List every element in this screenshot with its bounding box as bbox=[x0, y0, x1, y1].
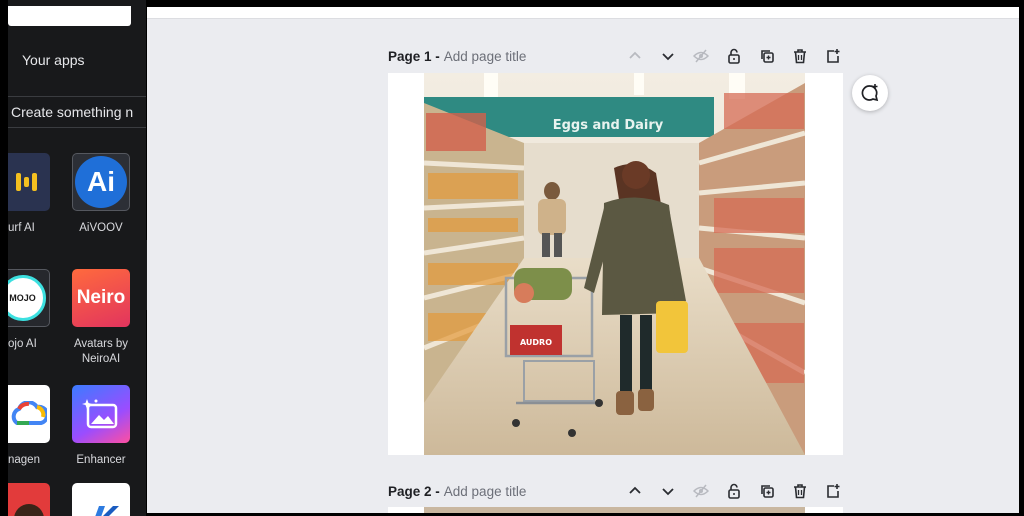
enhancer-icon bbox=[72, 385, 130, 443]
add-page-icon bbox=[827, 484, 840, 498]
page-2-label: Page 2 - bbox=[388, 483, 440, 499]
chevron-up-icon bbox=[629, 486, 641, 494]
app-name-line2: NeiroAI bbox=[81, 353, 121, 365]
app-name: Avatars by NeiroAI bbox=[66, 337, 136, 367]
chevron-down-icon bbox=[662, 53, 674, 61]
lock-icon bbox=[728, 48, 740, 64]
k-logo-icon bbox=[72, 483, 130, 516]
move-up-button[interactable] bbox=[624, 481, 646, 501]
app-k-partial[interactable] bbox=[66, 483, 136, 516]
top-toolbar bbox=[147, 7, 1019, 19]
hide-page-button[interactable] bbox=[690, 481, 712, 501]
delete-page-button[interactable] bbox=[789, 481, 811, 501]
eye-slash-icon bbox=[693, 49, 709, 63]
delete-page-button[interactable] bbox=[789, 46, 811, 66]
comment-add-icon bbox=[861, 84, 879, 102]
cloud-icon bbox=[8, 385, 50, 443]
grocery-aisle-image[interactable]: Eggs and Dairy AUDRO bbox=[424, 73, 805, 455]
app-name: Enhancer bbox=[76, 454, 126, 466]
eye-slash-icon bbox=[693, 484, 709, 498]
page-2-title-input[interactable]: Add page title bbox=[444, 484, 527, 499]
mojo-ai-icon: MOJO bbox=[8, 269, 50, 327]
chevron-down-icon bbox=[662, 488, 674, 496]
app-aivoov[interactable]: Ai AiVOOV bbox=[66, 153, 136, 236]
avatar-icon bbox=[8, 483, 50, 516]
neiro-icon: Neiro bbox=[72, 269, 130, 327]
trash-icon bbox=[794, 484, 806, 499]
duplicate-icon bbox=[761, 50, 774, 63]
aivoov-icon: Ai bbox=[72, 153, 130, 211]
aisle-sign-text: Eggs and Dairy bbox=[553, 118, 664, 133]
section-title-your-apps: Your apps bbox=[22, 52, 85, 68]
mojo-logo: MOJO bbox=[8, 275, 46, 321]
app-name-line1: Avatars by bbox=[73, 338, 129, 350]
add-page-button[interactable] bbox=[822, 481, 844, 501]
page-1-header: Page 1 - Add page title bbox=[388, 46, 844, 66]
lock-icon bbox=[728, 483, 740, 499]
apps-panel: Your apps Create something n urf AI Ai A… bbox=[8, 0, 146, 516]
page-2-tools bbox=[624, 481, 844, 501]
search-input[interactable] bbox=[8, 6, 131, 26]
add-page-icon bbox=[827, 49, 840, 63]
lock-page-button[interactable] bbox=[723, 46, 745, 66]
add-page-button[interactable] bbox=[822, 46, 844, 66]
cart-sign-text: AUDRO bbox=[520, 338, 552, 347]
page-1-title-input[interactable]: Add page title bbox=[444, 49, 527, 64]
page-1[interactable]: Eggs and Dairy AUDRO bbox=[388, 73, 843, 455]
app-name: AiVOOV bbox=[79, 222, 123, 234]
page-2-image[interactable] bbox=[424, 507, 805, 513]
create-something-button[interactable]: Create something n bbox=[8, 96, 146, 128]
duplicate-page-button[interactable] bbox=[756, 481, 778, 501]
editor-canvas: Page 1 - Add page title Eggs and Dairy A… bbox=[147, 7, 1019, 513]
page-2-header: Page 2 - Add page title bbox=[388, 481, 844, 501]
move-up-button[interactable] bbox=[624, 46, 646, 66]
duplicate-page-button[interactable] bbox=[756, 46, 778, 66]
trash-icon bbox=[794, 49, 806, 64]
app-avatars-by-neiroai[interactable]: Neiro Avatars by NeiroAI bbox=[66, 269, 136, 367]
duplicate-icon bbox=[761, 485, 774, 498]
add-comment-button[interactable] bbox=[852, 75, 888, 111]
hide-page-button[interactable] bbox=[690, 46, 712, 66]
avatar-face bbox=[14, 504, 44, 516]
aivoov-logo: Ai bbox=[75, 156, 127, 208]
murf-ai-icon bbox=[8, 153, 50, 211]
page-1-label: Page 1 - bbox=[388, 48, 440, 64]
app-enhancer[interactable]: Enhancer bbox=[66, 385, 136, 468]
lock-page-button[interactable] bbox=[723, 481, 745, 501]
chevron-up-icon bbox=[629, 51, 641, 59]
move-down-button[interactable] bbox=[657, 481, 679, 501]
page-1-tools bbox=[624, 46, 844, 66]
move-down-button[interactable] bbox=[657, 46, 679, 66]
page-2[interactable] bbox=[388, 507, 843, 513]
